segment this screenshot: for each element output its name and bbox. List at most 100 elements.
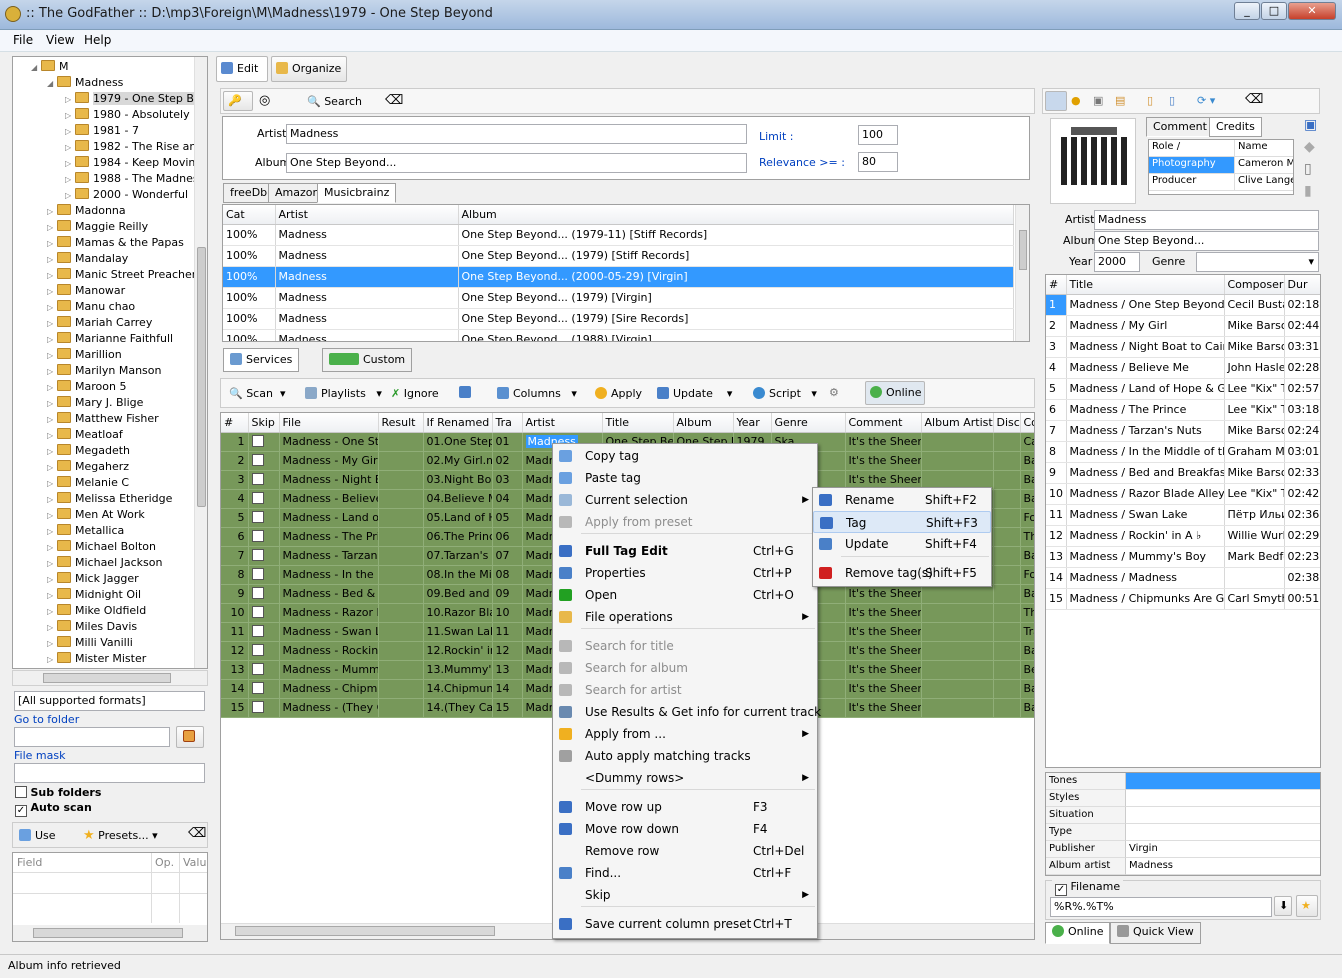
- context-menu-item[interactable]: Find... Ctrl+F: [553, 862, 817, 884]
- collapsed-arrow-icon[interactable]: ▷: [47, 364, 57, 380]
- context-menu-item[interactable]: Save current column preset Ctrl+T: [553, 913, 817, 935]
- table-icon[interactable]: [459, 386, 475, 400]
- credits-grid[interactable]: Role /NamePhotographyCameron McProducerC…: [1148, 139, 1294, 195]
- paste-icon[interactable]: ▮: [1304, 184, 1312, 198]
- file-cell[interactable]: Bar: [1020, 489, 1034, 509]
- credits-col-header[interactable]: Role /: [1149, 140, 1235, 157]
- collapsed-arrow-icon[interactable]: ▷: [47, 572, 57, 588]
- file-cell[interactable]: 13: [221, 660, 249, 680]
- tree-scrollbar-v-thumb[interactable]: [197, 247, 206, 507]
- track-row[interactable]: 8Madness / In the Middle of the IGraham …: [1046, 441, 1320, 463]
- skip-cell[interactable]: [248, 603, 280, 623]
- folder-tree[interactable]: ◢ M ◢ Madness ▷ 1979 - One Step Be ▷ 1980 - Abs…: [12, 56, 208, 669]
- collapsed-arrow-icon[interactable]: ▷: [47, 316, 57, 332]
- doc-icon[interactable]: ▯: [1169, 94, 1175, 108]
- file-cell[interactable]: [378, 527, 424, 547]
- file-cell[interactable]: 12.Rockin' in: [423, 641, 493, 661]
- skip-cell[interactable]: [248, 679, 280, 699]
- menu-help[interactable]: Help: [84, 33, 111, 47]
- page-icon[interactable]: ▯: [1147, 94, 1153, 108]
- tree-item-artist[interactable]: ▷ Maggie Reilly: [47, 219, 148, 235]
- tree-scrollbar-h[interactable]: [12, 670, 208, 686]
- files-col-header[interactable]: Skip: [248, 413, 280, 433]
- property-value[interactable]: [1126, 790, 1320, 807]
- file-cell[interactable]: [378, 470, 424, 490]
- track-row[interactable]: 13Madness / Mummy's BoyMark Bedfor02:23: [1046, 546, 1320, 568]
- tab-credits[interactable]: Credits: [1209, 117, 1262, 137]
- cd-icon[interactable]: ◎: [259, 94, 270, 108]
- tree-item-album[interactable]: ▷ 2000 - Wonderful: [65, 187, 188, 203]
- file-cell[interactable]: 8: [221, 565, 249, 585]
- right-genre-select[interactable]: ▾: [1196, 252, 1319, 272]
- tree-item-artist[interactable]: ▷ Manic Street Preachers: [47, 267, 202, 283]
- file-cell[interactable]: [993, 698, 1021, 718]
- collapsed-arrow-icon[interactable]: ▷: [47, 348, 57, 364]
- file-cell[interactable]: Bar: [1020, 451, 1034, 471]
- tools-icon[interactable]: ⚙: [829, 386, 839, 400]
- context-menu-item[interactable]: Move row down F4: [553, 818, 817, 840]
- filename-checkbox[interactable]: ✓ Filename: [1052, 880, 1124, 896]
- collapsed-arrow-icon[interactable]: ▷: [47, 284, 57, 300]
- track-row[interactable]: 3Madness / Night Boat to CairoMike Barso…: [1046, 336, 1320, 358]
- context-menu-item[interactable]: File operations ▶: [553, 606, 817, 628]
- context-menu-item[interactable]: Skip ▶: [553, 884, 817, 906]
- skip-cell[interactable]: [248, 508, 280, 528]
- refresh-icon[interactable]: ⟳ ▾: [1197, 94, 1215, 108]
- tree-item-artist[interactable]: ▷ Midnight Oil: [47, 587, 141, 603]
- file-cell[interactable]: [378, 641, 424, 661]
- list-icon[interactable]: ▤: [1115, 94, 1125, 108]
- skip-cell[interactable]: [248, 698, 280, 718]
- tree-item-artist[interactable]: ▷ Matthew Fisher: [47, 411, 159, 427]
- file-cell[interactable]: 12: [492, 641, 523, 661]
- file-cell[interactable]: 01.One Step: [423, 432, 493, 452]
- right-album-input[interactable]: One Step Beyond...: [1094, 231, 1319, 251]
- context-menu-item[interactable]: Auto apply matching tracks: [553, 745, 817, 767]
- tree-item-artist[interactable]: ▷ Marillion: [47, 347, 122, 363]
- collapsed-arrow-icon[interactable]: ▷: [47, 444, 57, 460]
- result-row[interactable]: 100% Madness One Step Beyond... (1979) [St…: [223, 245, 1014, 267]
- files-col-header[interactable]: Album: [673, 413, 734, 433]
- save-icon[interactable]: ▣: [1304, 118, 1317, 132]
- collapsed-arrow-icon[interactable]: ▷: [47, 492, 57, 508]
- properties-grid[interactable]: Tones Styles Situation Type Publisher Virgin A…: [1045, 772, 1321, 876]
- track-row[interactable]: 4 Madness / Believe Me John Hasler 02:28: [1046, 357, 1320, 379]
- browse-folder-button[interactable]: [176, 726, 204, 748]
- skip-checkbox[interactable]: [251, 473, 264, 485]
- download-icon[interactable]: ⬇: [1274, 896, 1292, 916]
- credits-role[interactable]: Photography: [1149, 157, 1235, 174]
- update-button[interactable]: Update ▾: [657, 387, 732, 401]
- file-cell[interactable]: Madness - Night Bo: [279, 470, 379, 490]
- eraser-icon[interactable]: ⌫: [1245, 93, 1263, 107]
- result-row[interactable]: 100% Madness One Step Beyond... (1979-11) …: [223, 224, 1014, 246]
- filter-grid[interactable]: Field Op. Value: [12, 852, 208, 942]
- tree-item-artist[interactable]: ▷ Miles Davis: [47, 619, 137, 635]
- artist-input[interactable]: Madness: [286, 124, 747, 144]
- tree-item-artist[interactable]: ▷ Mick Jagger: [47, 571, 139, 587]
- skip-cell[interactable]: [248, 641, 280, 661]
- file-cell[interactable]: [921, 451, 994, 471]
- file-cell[interactable]: Bar: [1020, 546, 1034, 566]
- file-cell[interactable]: 14.Chipmunk: [423, 679, 493, 699]
- tree-scrollbar-h-thumb[interactable]: [43, 673, 171, 683]
- tree-item-artist[interactable]: ▷ Melanie C: [47, 475, 129, 491]
- auto-scan-checkbox[interactable]: ✓ Auto scan: [15, 801, 92, 817]
- tree-scrollbar-v[interactable]: [194, 57, 207, 668]
- context-menu-item[interactable]: Current selection ▶: [553, 489, 817, 511]
- context-menu-item[interactable]: Use Results & Get info for current track: [553, 701, 821, 723]
- maximize-button[interactable]: □: [1261, 2, 1287, 20]
- tracks-col-header[interactable]: Composer: [1224, 275, 1285, 295]
- file-cell[interactable]: 14: [492, 679, 523, 699]
- tab-organize[interactable]: Organize: [271, 56, 347, 82]
- file-cell[interactable]: [993, 546, 1021, 566]
- file-cell[interactable]: 07: [492, 546, 523, 566]
- collapsed-arrow-icon[interactable]: ▷: [47, 476, 57, 492]
- file-cell[interactable]: 15: [492, 698, 523, 718]
- file-cell[interactable]: Madness - Bed & Br: [279, 584, 379, 604]
- file-cell[interactable]: Bar: [1020, 698, 1034, 718]
- file-cell[interactable]: 08: [492, 565, 523, 585]
- skip-cell[interactable]: [248, 527, 280, 547]
- file-cell[interactable]: [993, 508, 1021, 528]
- scan-button[interactable]: 🔍 Scan ▾: [229, 387, 285, 401]
- tree-item-artist[interactable]: ▷ Milli Vanilli: [47, 635, 133, 651]
- file-cell[interactable]: Madness - (They Ca: [279, 698, 379, 718]
